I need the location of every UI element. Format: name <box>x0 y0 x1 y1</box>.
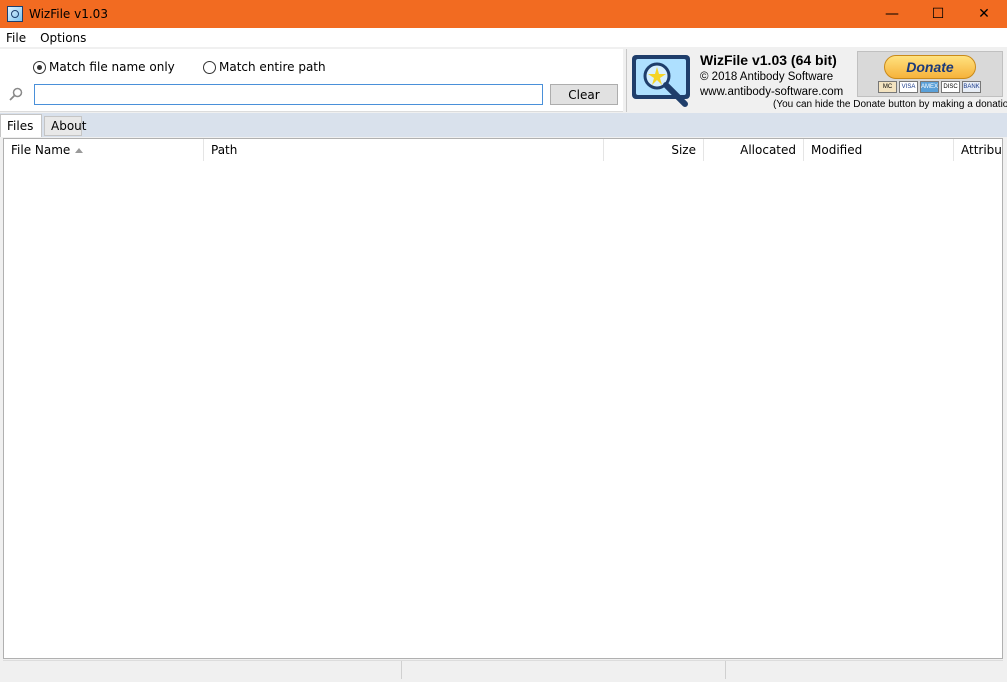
donate-area: Donate MC VISA AMEX DISC BANK <box>857 51 1003 97</box>
status-bar <box>3 660 1003 679</box>
column-header-attributes[interactable]: Attributes <box>954 139 1002 161</box>
close-button[interactable]: ✕ <box>961 0 1007 28</box>
payment-cards: MC VISA AMEX DISC BANK <box>878 81 981 93</box>
search-panel: Match file name only Match entire path C… <box>0 49 623 112</box>
discover-icon: DISC <box>941 81 960 93</box>
column-header-modified[interactable]: Modified <box>804 139 954 161</box>
search-input[interactable] <box>34 84 543 105</box>
radio-match-entire-path-label: Match entire path <box>219 60 326 74</box>
wizfile-logo-icon <box>632 55 690 107</box>
column-header-path[interactable]: Path <box>204 139 604 161</box>
column-header-file-name[interactable]: File Name <box>4 139 204 161</box>
brand-copyright: © 2018 Antibody Software <box>700 71 834 83</box>
sort-ascending-icon <box>75 147 84 153</box>
radio-checked-icon[interactable] <box>33 60 46 74</box>
tab-about[interactable]: About <box>44 116 86 136</box>
search-icon <box>9 87 23 101</box>
title-bar: WizFile v1.03 — ☐ ✕ <box>0 0 1007 28</box>
status-segment-2 <box>402 661 726 679</box>
donate-hint: (You can hide the Donate button by makin… <box>773 99 1007 110</box>
clear-button[interactable]: Clear <box>550 84 618 105</box>
window-title: WizFile v1.03 <box>29 7 108 21</box>
brand-url-link[interactable]: www.antibody-software.com <box>700 86 843 98</box>
visa-icon: VISA <box>899 81 918 93</box>
column-header-size[interactable]: Size <box>604 139 704 161</box>
file-list[interactable]: File Name Path Size Allocated Modified A… <box>3 138 1003 659</box>
brand-title: WizFile v1.03 (64 bit) <box>700 52 837 68</box>
menu-options[interactable]: Options <box>34 31 94 45</box>
tab-strip: Files About <box>0 113 1007 137</box>
column-header-file-name-label: File Name <box>11 143 71 157</box>
radio-match-entire-path[interactable]: Match entire path <box>203 60 326 74</box>
column-header-allocated[interactable]: Allocated <box>704 139 804 161</box>
brand-panel: WizFile v1.03 (64 bit) © 2018 Antibody S… <box>626 49 1007 112</box>
status-segment-3 <box>726 661 1003 679</box>
maximize-button[interactable]: ☐ <box>915 0 961 28</box>
bank-icon: BANK <box>962 81 981 93</box>
tab-files[interactable]: Files <box>0 114 42 137</box>
amex-icon: AMEX <box>920 81 939 93</box>
menu-file[interactable]: File <box>0 31 34 45</box>
wizfile-app-icon <box>7 6 23 22</box>
radio-unchecked-icon[interactable] <box>203 60 216 74</box>
radio-match-file-name[interactable]: Match file name only <box>33 60 175 74</box>
minimize-button[interactable]: — <box>869 0 915 28</box>
radio-match-file-name-label: Match file name only <box>49 60 175 74</box>
menu-bar: File Options <box>0 28 1007 48</box>
status-segment-1 <box>3 661 402 679</box>
mastercard-icon: MC <box>878 81 897 93</box>
donate-button[interactable]: Donate <box>884 55 976 79</box>
